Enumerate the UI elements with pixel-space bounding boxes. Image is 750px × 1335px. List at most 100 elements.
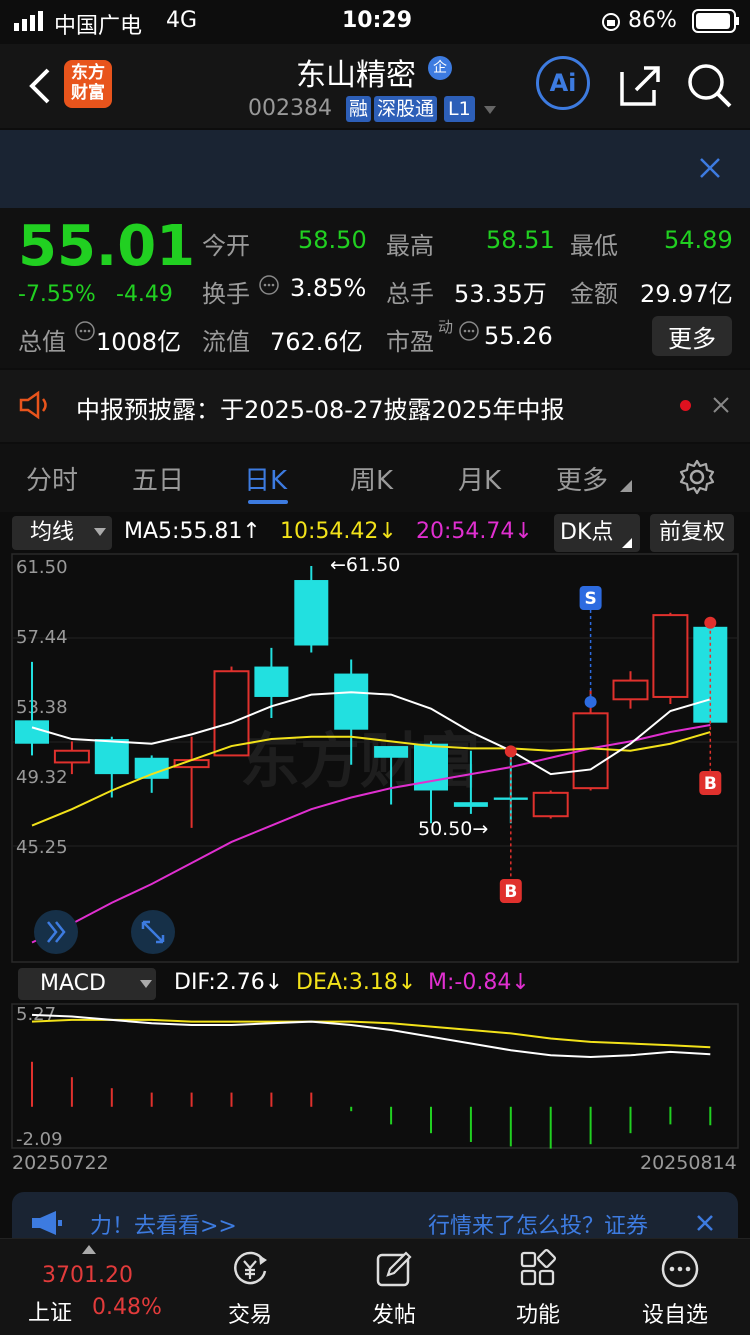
battery-icon bbox=[692, 9, 739, 33]
candle-body bbox=[374, 746, 409, 758]
tab-intraday[interactable]: 分时 bbox=[26, 460, 78, 497]
ai-button[interactable]: Ai bbox=[536, 56, 590, 110]
bottom-toolbar: 3701.20 上证 0.48% 交易 发帖 功能 设自选 bbox=[0, 1238, 750, 1335]
watchlist-button[interactable]: 设自选 bbox=[628, 1247, 738, 1333]
status-bar: 中国广电 4G 10:29 86% bbox=[0, 0, 750, 44]
index-value[interactable]: 3701.20 bbox=[42, 1263, 133, 1288]
gear-icon[interactable] bbox=[678, 458, 716, 496]
turnover-value: 3.85% bbox=[290, 274, 367, 302]
tab-weekly-k[interactable]: 周K bbox=[350, 460, 393, 497]
network-label: 4G bbox=[166, 8, 198, 33]
indicator-select[interactable]: MACD bbox=[18, 968, 156, 1000]
pe-value: 55.26 bbox=[484, 322, 553, 350]
y-axis-tick-label: 57.44 bbox=[16, 627, 68, 648]
quote-panel: 55.01 -7.55% -4.49 今开 58.50 最高 58.51 最低 … bbox=[0, 208, 750, 368]
high-label: 最高 bbox=[386, 232, 434, 260]
trade-button[interactable]: 交易 bbox=[196, 1247, 306, 1333]
low-label: 最低 bbox=[570, 232, 618, 260]
turnover-label: 换手 bbox=[202, 280, 250, 308]
caret-down-icon[interactable] bbox=[482, 104, 498, 116]
functions-label: 功能 bbox=[516, 1303, 561, 1328]
macd-chart[interactable]: 5.27-2.09 bbox=[0, 1002, 750, 1150]
index-percent[interactable]: 0.48% bbox=[92, 1295, 162, 1320]
scroll-left-button[interactable] bbox=[34, 910, 78, 954]
candle-body bbox=[94, 739, 129, 775]
close-icon[interactable] bbox=[698, 156, 722, 180]
index-name[interactable]: 上证 bbox=[28, 1295, 72, 1327]
tag-shenzhen-connect: 深股通 bbox=[374, 96, 438, 122]
ma5-value: MA5:55.81↑ bbox=[124, 519, 261, 544]
float-value: 762.6亿 bbox=[270, 328, 363, 356]
caret-up-icon bbox=[82, 1245, 96, 1254]
dif-line bbox=[31, 1013, 711, 1058]
corner-caret-icon bbox=[622, 538, 632, 548]
eastmoney-logo[interactable]: 东方 财富 bbox=[64, 60, 112, 108]
buy-signal-dot bbox=[504, 745, 517, 758]
buy-signal-dot bbox=[704, 616, 717, 629]
close-icon[interactable] bbox=[712, 396, 730, 414]
ma10-value: 10:54.42↓ bbox=[280, 519, 397, 544]
buy-signal-label: B bbox=[504, 882, 517, 902]
carrier-label: 中国广电 bbox=[54, 14, 143, 39]
stock-title: 东山精密 bbox=[296, 58, 416, 93]
period-tabs: 分时 五日 日K 周K 月K 更多 bbox=[0, 444, 750, 512]
tab-more[interactable]: 更多 bbox=[556, 460, 608, 497]
search-icon[interactable] bbox=[686, 62, 734, 110]
chart-header: 均线 MA5:55.81↑ 10:54.42↓ 20:54.74↓ DK点 前复… bbox=[0, 512, 750, 554]
fullscreen-button[interactable] bbox=[131, 910, 175, 954]
promo-left-text: 力！去看看>> bbox=[90, 1214, 237, 1239]
open-value: 58.50 bbox=[298, 226, 367, 254]
speaker-icon bbox=[19, 390, 47, 420]
info-icon[interactable] bbox=[258, 274, 280, 296]
change-percent: -7.55% bbox=[18, 282, 96, 307]
change-amount: -4.49 bbox=[116, 282, 173, 307]
info-icon[interactable] bbox=[458, 320, 480, 342]
unread-dot bbox=[680, 400, 691, 411]
chevron-left-icon[interactable] bbox=[26, 66, 52, 106]
caret-down-icon bbox=[94, 528, 106, 536]
ad-banner[interactable] bbox=[0, 130, 750, 208]
post-button[interactable]: 发帖 bbox=[340, 1247, 450, 1333]
candle-body bbox=[334, 673, 369, 730]
close-icon[interactable] bbox=[696, 1214, 714, 1232]
volume-value: 53.35万 bbox=[454, 280, 547, 308]
open-label: 今开 bbox=[202, 232, 250, 260]
share-icon[interactable] bbox=[618, 62, 664, 108]
candle-body bbox=[453, 802, 488, 807]
tag-margin: 融 bbox=[346, 96, 372, 122]
ma-select-label: 均线 bbox=[30, 520, 75, 545]
tab-daily-k[interactable]: 日K bbox=[244, 460, 287, 497]
amount-value: 29.97亿 bbox=[640, 280, 733, 308]
watchlist-label: 设自选 bbox=[642, 1303, 709, 1328]
macd-header: MACD DIF:2.76↓ DEA:3.18↓ M:-0.84↓ bbox=[0, 966, 750, 1002]
tab-five-day[interactable]: 五日 bbox=[132, 460, 184, 497]
dea-line bbox=[31, 1018, 711, 1049]
more-button[interactable]: 更多 bbox=[652, 316, 732, 356]
candle-body bbox=[532, 791, 569, 818]
kline-chart[interactable]: 东方财富 61.5057.4453.3849.3245.25 BSB ←61.5… bbox=[0, 552, 750, 966]
sell-signal-dot bbox=[584, 695, 597, 708]
candle-body bbox=[134, 757, 169, 779]
clock: 10:29 bbox=[342, 8, 413, 33]
y-axis-tick-label: 45.25 bbox=[16, 837, 68, 858]
float-label: 流值 bbox=[202, 328, 250, 356]
candle-body bbox=[15, 720, 49, 744]
more-circle-icon bbox=[661, 1250, 699, 1288]
candle-body bbox=[213, 670, 250, 757]
end-date: 20250814 bbox=[640, 1152, 737, 1174]
info-icon[interactable] bbox=[74, 320, 96, 342]
volume-label: 总手 bbox=[386, 280, 434, 308]
disclosure-notice[interactable]: 中报预披露：于2025-08-27披露2025年中报 bbox=[0, 370, 750, 442]
adjust-price-button[interactable]: 前复权 bbox=[650, 514, 734, 552]
yuan-cycle-icon bbox=[234, 1251, 267, 1285]
buy-signal-label: B bbox=[704, 774, 717, 794]
caret-down-icon bbox=[140, 980, 152, 988]
battery-percent: 86% bbox=[628, 8, 677, 33]
pe-dynamic-label: 动 bbox=[438, 318, 454, 336]
y-axis-tick-label: 53.38 bbox=[16, 697, 68, 718]
macd-axis-bottom: -2.09 bbox=[16, 1129, 63, 1150]
corner-caret-icon bbox=[620, 480, 632, 492]
tab-monthly-k[interactable]: 月K bbox=[458, 460, 501, 497]
functions-button[interactable]: 功能 bbox=[484, 1247, 594, 1333]
mktcap-value: 1008亿 bbox=[96, 328, 182, 356]
